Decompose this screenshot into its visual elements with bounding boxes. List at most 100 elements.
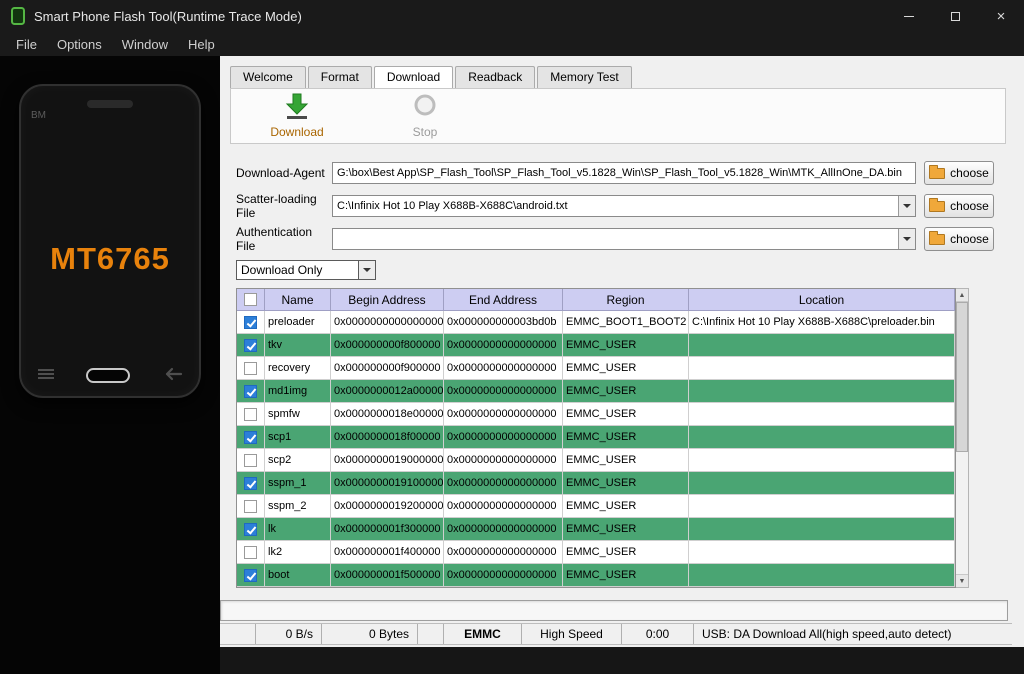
table-row[interactable]: recovery 0x000000000f900000 0x0000000000… bbox=[237, 357, 955, 380]
scrollbar-thumb[interactable] bbox=[956, 302, 968, 452]
cell-name: boot bbox=[265, 564, 331, 587]
menu-file[interactable]: File bbox=[6, 37, 47, 52]
status-bar: 0 B/s 0 Bytes EMMC High Speed 0:00 USB: … bbox=[220, 623, 1012, 645]
table-row[interactable]: md1img 0x0000000012a00000 0x000000000000… bbox=[237, 380, 955, 403]
menu-options[interactable]: Options bbox=[47, 37, 112, 52]
download-agent-choose-button[interactable]: choose bbox=[924, 161, 994, 185]
minimize-button[interactable] bbox=[886, 0, 932, 32]
partition-table-body: preloader 0x0000000000000000 0x000000000… bbox=[237, 311, 955, 587]
col-header-begin-address[interactable]: Begin Address bbox=[331, 289, 444, 311]
cell-begin-address: 0x000000001f300000 bbox=[331, 518, 444, 541]
table-row[interactable]: scp2 0x0000000019000000 0x00000000000000… bbox=[237, 449, 955, 472]
download-button-label: Download bbox=[270, 125, 323, 139]
menu-help[interactable]: Help bbox=[178, 37, 225, 52]
row-checkbox[interactable] bbox=[244, 500, 257, 513]
scatter-file-input[interactable] bbox=[333, 196, 898, 216]
scroll-down-button[interactable]: ▼ bbox=[956, 574, 968, 587]
choose-button-label: choose bbox=[950, 199, 989, 213]
cell-location bbox=[689, 449, 955, 472]
mode-select-value: Download Only bbox=[237, 263, 358, 277]
row-checkbox[interactable] bbox=[244, 385, 257, 398]
download-button[interactable]: Download bbox=[261, 93, 333, 139]
tab-memory-test[interactable]: Memory Test bbox=[537, 66, 631, 88]
scrollbar-track[interactable] bbox=[956, 302, 968, 574]
row-checkbox[interactable] bbox=[244, 362, 257, 375]
tab-welcome[interactable]: Welcome bbox=[230, 66, 306, 88]
status-speed-mode: High Speed bbox=[522, 624, 622, 644]
close-button[interactable]: × bbox=[978, 0, 1024, 32]
row-checkbox[interactable] bbox=[244, 523, 257, 536]
auth-dropdown-arrow-icon[interactable] bbox=[898, 229, 915, 249]
table-row[interactable]: sspm_2 0x0000000019200000 0x000000000000… bbox=[237, 495, 955, 518]
select-all-checkbox[interactable] bbox=[244, 293, 257, 306]
stop-button[interactable]: Stop bbox=[389, 93, 461, 139]
scatter-file-label: Scatter-loading File bbox=[236, 192, 332, 220]
table-row[interactable]: spmfw 0x0000000018e00000 0x0000000000000… bbox=[237, 403, 955, 426]
table-row[interactable]: lk2 0x000000001f400000 0x000000000000000… bbox=[237, 541, 955, 564]
cell-begin-address: 0x0000000012a00000 bbox=[331, 380, 444, 403]
auth-file-input[interactable] bbox=[333, 229, 898, 249]
status-spacer bbox=[418, 624, 444, 644]
auth-file-field-wrap bbox=[332, 228, 916, 250]
folder-icon bbox=[929, 168, 945, 179]
cell-region: EMMC_USER bbox=[563, 472, 689, 495]
tab-readback[interactable]: Readback bbox=[455, 66, 535, 88]
table-row[interactable]: scp1 0x0000000018f00000 0x00000000000000… bbox=[237, 426, 955, 449]
select-all-header-cell bbox=[237, 289, 265, 311]
row-checkbox-cell bbox=[237, 449, 265, 472]
table-row[interactable]: sspm_1 0x0000000019100000 0x000000000000… bbox=[237, 472, 955, 495]
row-checkbox[interactable] bbox=[244, 408, 257, 421]
auth-file-choose-button[interactable]: choose bbox=[924, 227, 994, 251]
table-row[interactable]: preloader 0x0000000000000000 0x000000000… bbox=[237, 311, 955, 334]
cell-location bbox=[689, 495, 955, 518]
row-checkbox[interactable] bbox=[244, 431, 257, 444]
table-row[interactable]: lk 0x000000001f300000 0x0000000000000000… bbox=[237, 518, 955, 541]
cell-end-address: 0x0000000000000000 bbox=[444, 403, 563, 426]
cell-region: EMMC_BOOT1_BOOT2 bbox=[563, 311, 689, 334]
cell-begin-address: 0x0000000000000000 bbox=[331, 311, 444, 334]
phone-brand-label: BM bbox=[31, 110, 46, 121]
col-header-location[interactable]: Location bbox=[689, 289, 955, 311]
scroll-up-button[interactable]: ▲ bbox=[956, 289, 968, 302]
row-checkbox[interactable] bbox=[244, 546, 257, 559]
partition-table-header: Name Begin Address End Address Region Lo… bbox=[237, 289, 955, 311]
row-checkbox[interactable] bbox=[244, 569, 257, 582]
cell-location bbox=[689, 334, 955, 357]
maximize-button[interactable] bbox=[932, 0, 978, 32]
row-checkbox-cell bbox=[237, 334, 265, 357]
cell-name: scp2 bbox=[265, 449, 331, 472]
row-checkbox-cell bbox=[237, 564, 265, 587]
auth-file-label: Authentication File bbox=[236, 225, 332, 253]
table-row[interactable]: boot 0x000000001f500000 0x00000000000000… bbox=[237, 564, 955, 587]
tab-format[interactable]: Format bbox=[308, 66, 372, 88]
col-header-end-address[interactable]: End Address bbox=[444, 289, 563, 311]
partition-table: Name Begin Address End Address Region Lo… bbox=[236, 288, 969, 588]
cell-end-address: 0x0000000000000000 bbox=[444, 357, 563, 380]
cell-name: lk2 bbox=[265, 541, 331, 564]
scatter-dropdown-arrow-icon[interactable] bbox=[898, 196, 915, 216]
row-checkbox[interactable] bbox=[244, 316, 257, 329]
menu-window[interactable]: Window bbox=[112, 37, 178, 52]
row-checkbox-cell bbox=[237, 403, 265, 426]
cell-name: scp1 bbox=[265, 426, 331, 449]
row-checkbox[interactable] bbox=[244, 339, 257, 352]
auth-file-row: Authentication File choose bbox=[236, 227, 994, 251]
col-header-region[interactable]: Region bbox=[563, 289, 689, 311]
table-row[interactable]: tkv 0x000000000f800000 0x000000000000000… bbox=[237, 334, 955, 357]
col-header-name[interactable]: Name bbox=[265, 289, 331, 311]
cell-name: sspm_1 bbox=[265, 472, 331, 495]
row-checkbox[interactable] bbox=[244, 477, 257, 490]
status-spacer bbox=[220, 624, 256, 644]
cell-location: C:\Infinix Hot 10 Play X688B-X688C\prelo… bbox=[689, 311, 955, 334]
tab-download[interactable]: Download bbox=[374, 66, 453, 88]
scatter-file-choose-button[interactable]: choose bbox=[924, 194, 994, 218]
window-controls: × bbox=[886, 0, 1024, 32]
row-checkbox[interactable] bbox=[244, 454, 257, 467]
table-scrollbar[interactable]: ▲ ▼ bbox=[956, 288, 969, 588]
download-agent-input[interactable] bbox=[333, 163, 915, 183]
cell-region: EMMC_USER bbox=[563, 426, 689, 449]
cell-region: EMMC_USER bbox=[563, 357, 689, 380]
mode-select-dropdown[interactable]: Download Only bbox=[236, 260, 376, 280]
cell-name: lk bbox=[265, 518, 331, 541]
row-checkbox-cell bbox=[237, 311, 265, 334]
